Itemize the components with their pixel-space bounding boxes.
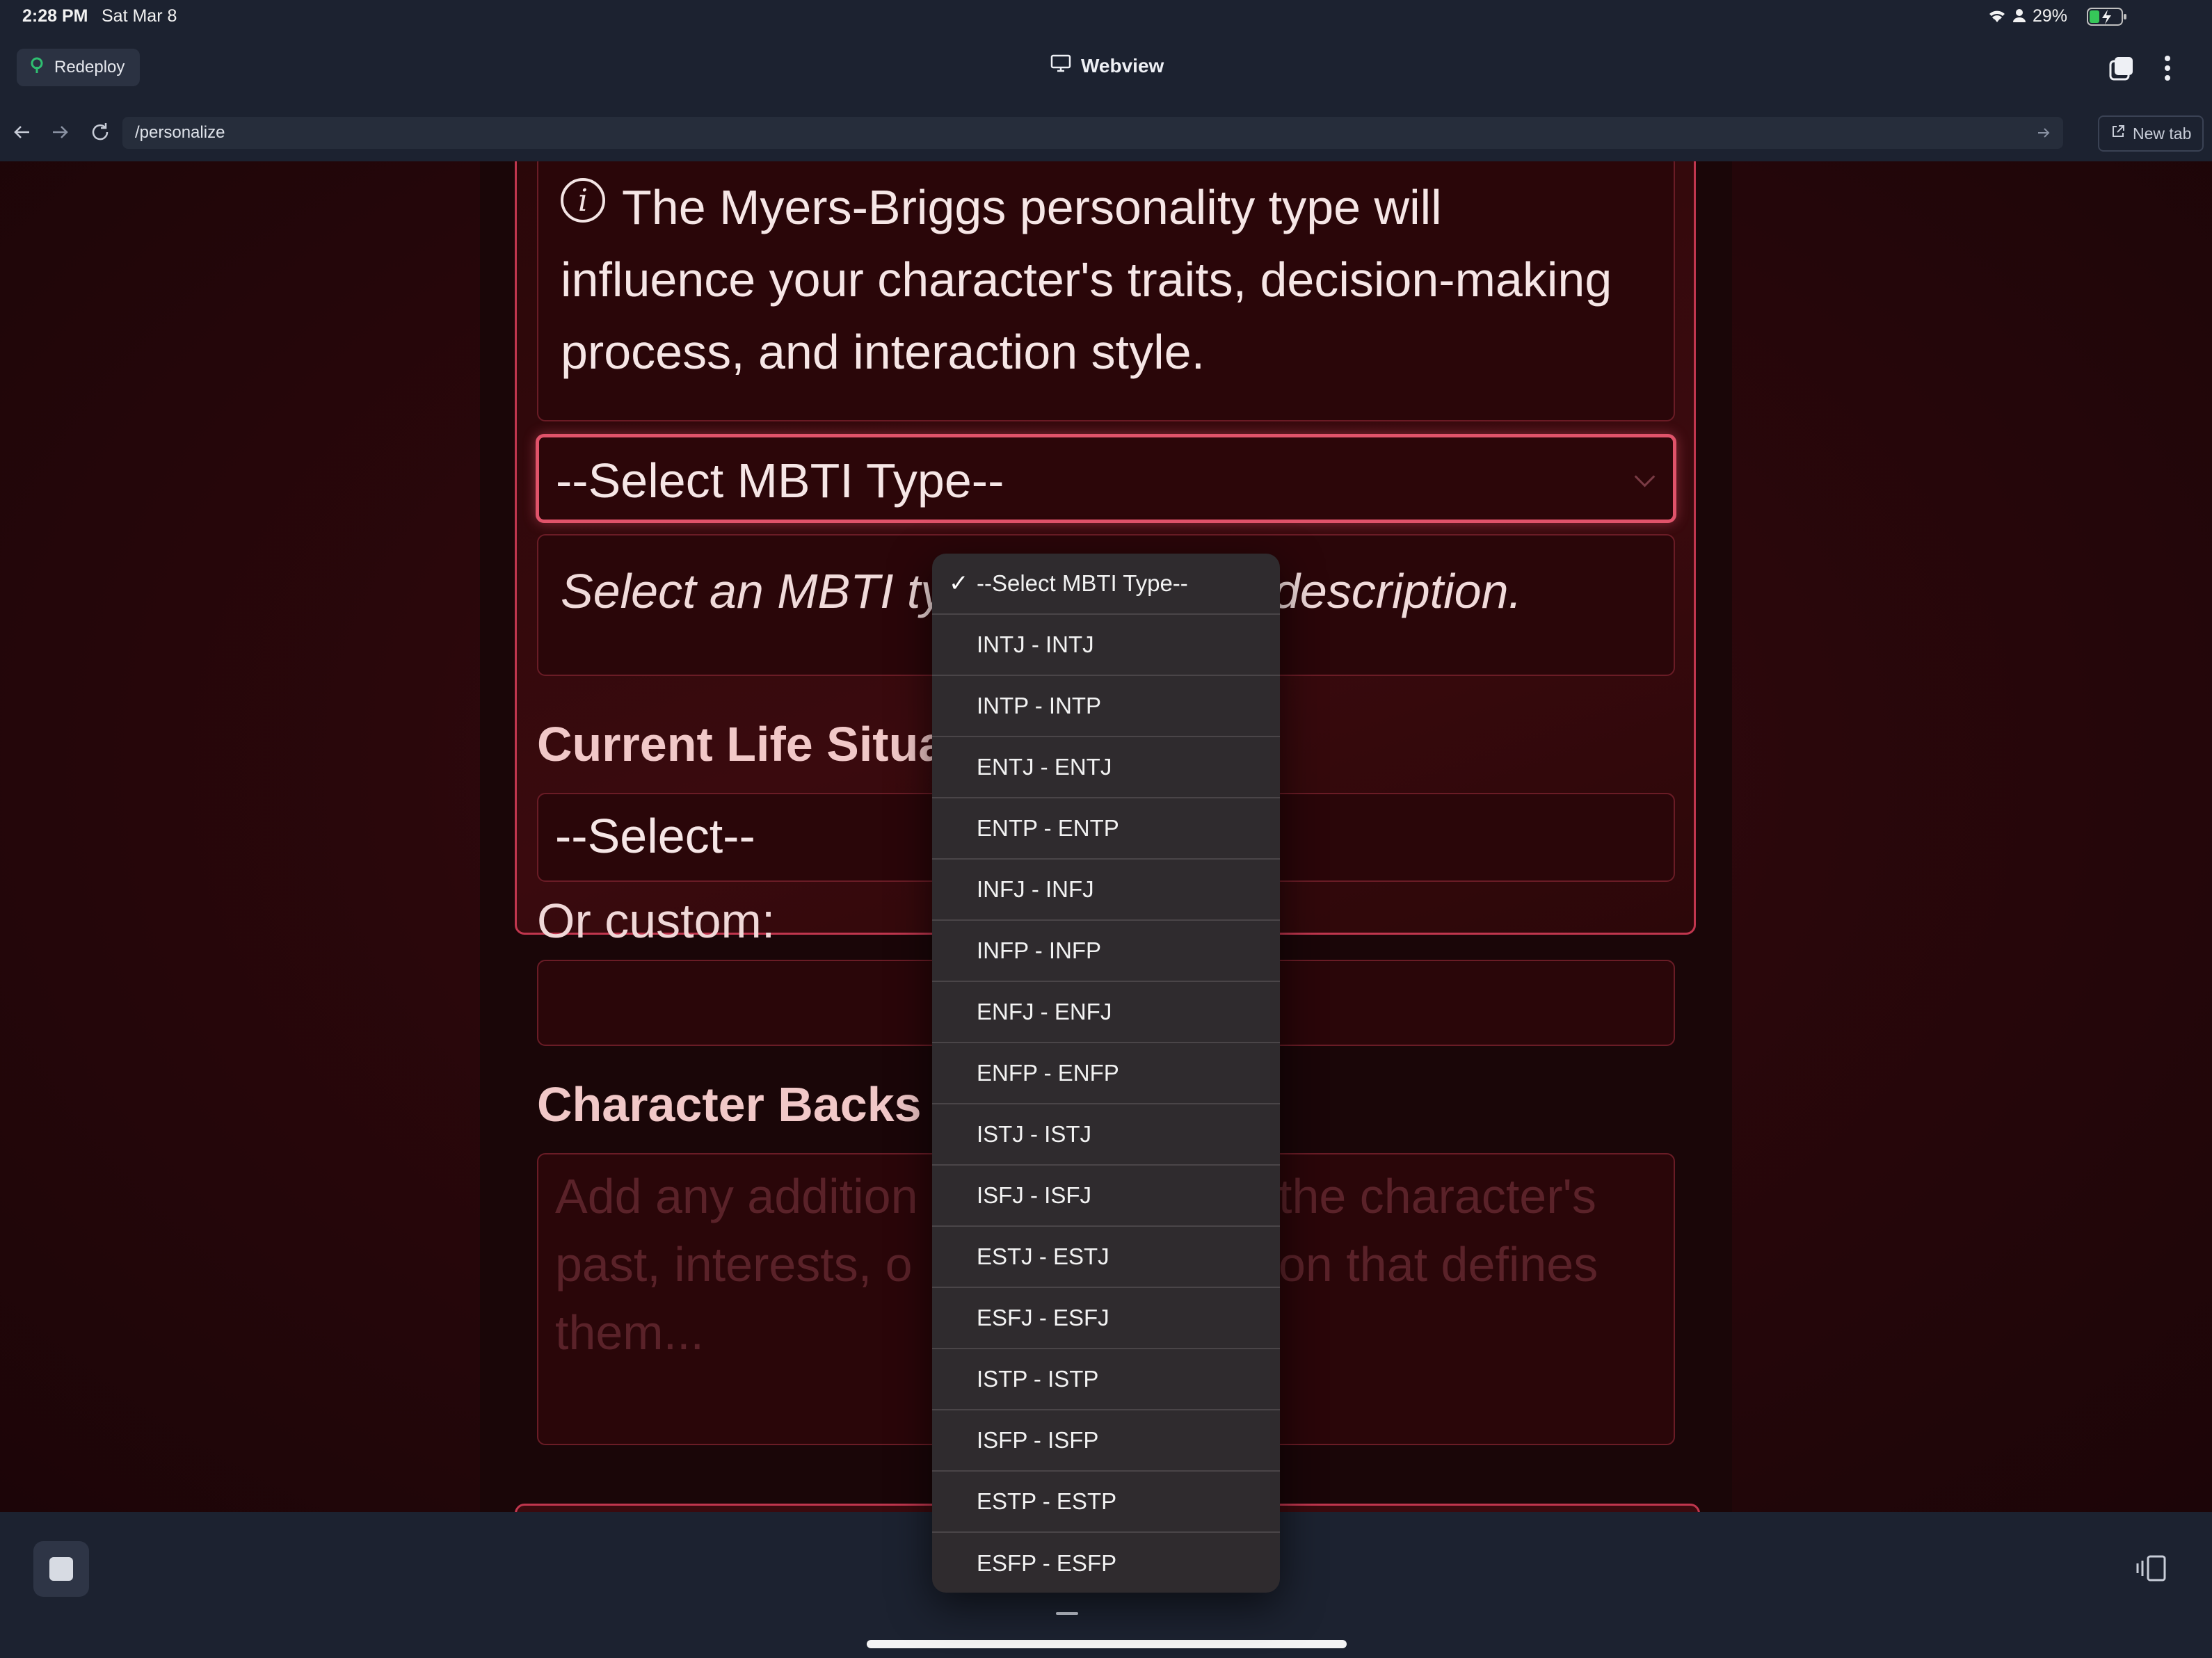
mbti-info-box: i The Myers-Briggs personality type will… [537, 161, 1675, 421]
status-time: 2:28 PM [22, 6, 88, 26]
custom-situation-label: Or custom: [537, 894, 776, 948]
webview-title: Webview [1050, 54, 1164, 77]
dropdown-option[interactable]: ESFP - ESFP [932, 1533, 1280, 1593]
app-toolbar: Redeploy Webview [0, 33, 2212, 107]
chevron-down-icon [1634, 466, 1656, 488]
dropdown-option[interactable]: ESTP - ESTP [932, 1472, 1280, 1533]
dropdown-option[interactable]: ENFJ - ENFJ [932, 982, 1280, 1043]
redeploy-button[interactable]: Redeploy [17, 49, 141, 86]
battery-icon [2087, 7, 2129, 30]
home-indicator [867, 1640, 1347, 1648]
device-rotate-icon[interactable] [2134, 1554, 2169, 1586]
go-arrow-icon[interactable] [2035, 124, 2052, 146]
dropdown-option-label: ENTJ - ENTJ [977, 754, 1112, 780]
dropdown-option-label: ISTP - ISTP [977, 1366, 1099, 1392]
dropdown-option-label: INTJ - INTJ [977, 631, 1094, 657]
address-bar-row: /personalize New tab [0, 106, 2212, 163]
stop-button[interactable] [33, 1541, 89, 1597]
mbti-description-start: Select an MBTI ty [561, 564, 945, 618]
dropdown-option[interactable]: INTJ - INTJ [932, 615, 1280, 676]
wifi-icon [1987, 7, 2007, 29]
url-text: /personalize [135, 123, 225, 142]
backstory-placeholder-2b: on that defines [1279, 1237, 1598, 1291]
dropdown-option[interactable]: ISTJ - ISTJ [932, 1104, 1280, 1166]
battery-percent: 29% [2033, 6, 2068, 26]
backstory-placeholder-3: them... [555, 1305, 704, 1360]
dropdown-option-label: ISTJ - ISTJ [977, 1121, 1091, 1147]
dropdown-option[interactable]: ISTP - ISTP [932, 1349, 1280, 1410]
dropdown-option-label: ESTJ - ESTJ [977, 1244, 1109, 1269]
forward-arrow-icon[interactable] [50, 122, 70, 145]
reload-icon[interactable] [89, 121, 111, 147]
monitor-icon [1050, 54, 1071, 77]
mbti-type-select[interactable]: --Select MBTI Type-- [536, 434, 1676, 523]
dropdown-option[interactable]: ENTJ - ENTJ [932, 737, 1280, 798]
dropdown-option[interactable]: ISFJ - ISFJ [932, 1166, 1280, 1227]
dropdown-option[interactable]: ESFJ - ESFJ [932, 1288, 1280, 1349]
new-tab-label: New tab [2133, 124, 2192, 143]
dropdown-option-label: ISFP - ISFP [977, 1427, 1099, 1453]
webview-title-text: Webview [1081, 54, 1164, 77]
backstory-heading: Character Backs [537, 1077, 922, 1132]
dropdown-option[interactable]: ISFP - ISFP [932, 1410, 1280, 1472]
checkmark-icon: ✓ [949, 570, 969, 597]
dropdown-option-label: INTP - INTP [977, 693, 1102, 718]
backstory-placeholder-2a: past, interests, o [555, 1237, 913, 1291]
dropdown-option-label: ENFJ - ENFJ [977, 999, 1112, 1024]
deploy-icon [29, 57, 45, 79]
external-link-icon [2110, 124, 2126, 143]
handle-icon [1056, 1612, 1078, 1615]
mbti-select-value: --Select MBTI Type-- [556, 453, 1004, 508]
mbti-description-end: description. [1273, 564, 1522, 618]
stop-icon [49, 1557, 73, 1581]
dropdown-option[interactable]: ENTP - ENTP [932, 798, 1280, 860]
dropdown-option-label: ISFJ - ISFJ [977, 1182, 1091, 1208]
dropdown-option-label: ENFP - ENFP [977, 1060, 1119, 1086]
tabs-icon[interactable] [2108, 54, 2135, 86]
url-field[interactable]: /personalize [122, 117, 2063, 149]
person-icon [2012, 7, 2027, 29]
dropdown-option[interactable]: ENFP - ENFP [932, 1043, 1280, 1104]
life-situation-heading: Current Life Situa [537, 717, 946, 771]
dropdown-option[interactable]: INTP - INTP [932, 676, 1280, 737]
status-bar: 2:28 PM Sat Mar 8 29% [0, 0, 2212, 33]
backstory-placeholder-1b: the character's [1279, 1169, 1596, 1223]
backstory-placeholder-1a: Add any addition [555, 1169, 918, 1223]
dropdown-option[interactable]: ESTJ - ESTJ [932, 1227, 1280, 1288]
dropdown-option-label: INFP - INFP [977, 937, 1102, 963]
dropdown-option[interactable]: INFJ - INFJ [932, 860, 1280, 921]
dropdown-option-label: ESFJ - ESFJ [977, 1305, 1109, 1330]
dropdown-option[interactable]: ✓ --Select MBTI Type-- [932, 554, 1280, 615]
dropdown-option-label: ENTP - ENTP [977, 815, 1119, 841]
status-date: Sat Mar 8 [102, 6, 177, 26]
back-arrow-icon[interactable] [13, 122, 32, 145]
new-tab-button[interactable]: New tab [2098, 115, 2204, 152]
dropdown-option[interactable]: INFP - INFP [932, 921, 1280, 982]
life-select-value: --Select-- [555, 809, 755, 863]
dropdown-option-label: ESTP - ESTP [977, 1488, 1117, 1514]
redeploy-label: Redeploy [54, 58, 125, 77]
dropdown-option-label: INFJ - INFJ [977, 876, 1094, 902]
more-options-icon[interactable] [2163, 54, 2172, 86]
mbti-dropdown-menu: ✓ --Select MBTI Type-- INTJ - INTJ INTP - I… [932, 554, 1280, 1593]
dropdown-option-label: ESFP - ESFP [977, 1550, 1117, 1576]
dropdown-option-label: --Select MBTI Type-- [977, 570, 1188, 596]
mbti-info-text: The Myers-Briggs personality type will i… [561, 180, 1612, 379]
